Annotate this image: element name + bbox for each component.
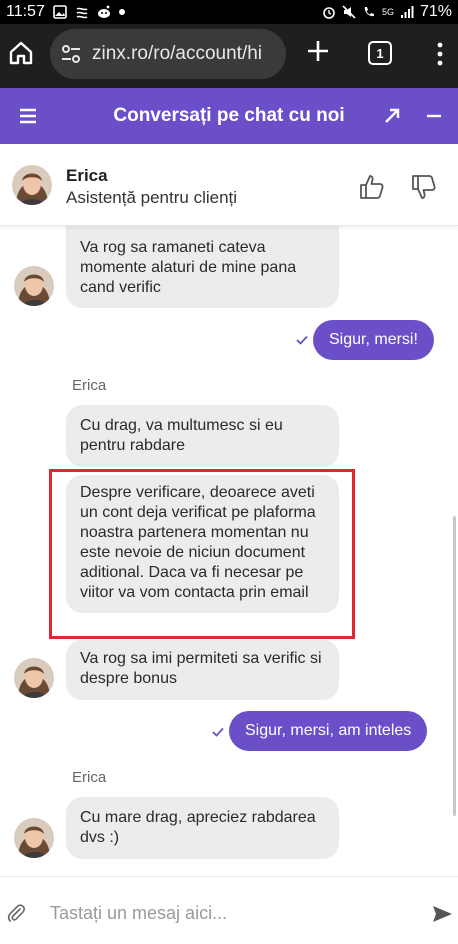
tab-switcher-button[interactable]: 1 <box>368 41 392 65</box>
chat-header: Conversați pe chat cu noi <box>0 88 458 144</box>
wifi-calling-icon <box>364 7 374 17</box>
message-text: Cu drag, va multumesc si eu pentru rabda… <box>80 417 283 454</box>
url-text: zinx.ro/ro/account/hi <box>92 43 263 64</box>
agent-avatar <box>14 658 54 698</box>
expand-icon[interactable] <box>382 106 402 126</box>
network-type: 5G <box>381 6 394 17</box>
agent-message: Cu mare drag, apreciez rabdarea dvs :) <box>66 797 339 859</box>
message-sender: Erica <box>72 769 107 786</box>
agent-message-highlighted: Despre verificare, deoarece aveti un con… <box>66 475 339 613</box>
message-sender: Erica <box>72 377 107 394</box>
notification-dot-icon <box>118 9 125 15</box>
address-bar[interactable]: zinx.ro/ro/account/hi <box>50 29 286 79</box>
message-text: Sigur, mersi, am inteles <box>245 722 412 739</box>
reddit-icon <box>97 5 110 18</box>
status-bar: 11:57 5G 71% <box>0 0 458 24</box>
browser-toolbar: zinx.ro/ro/account/hi 1 <box>0 24 458 88</box>
message-composer <box>0 876 458 944</box>
agent-message: Cu drag, va multumesc si eu pentru rabda… <box>66 405 339 467</box>
message-text: Va rog sa ramaneti cateva momente alatur… <box>80 239 297 296</box>
user-message: Sigur, mersi! <box>313 320 434 360</box>
message-text: Sigur, mersi! <box>329 331 418 348</box>
attachment-icon[interactable] <box>6 903 26 923</box>
message-input[interactable] <box>50 899 410 927</box>
status-time: 11:57 <box>6 3 45 20</box>
send-icon[interactable] <box>431 903 453 925</box>
agent-role: Asistență pentru clienți <box>66 188 238 207</box>
scrollbar-thumb[interactable] <box>453 516 456 816</box>
agent-avatar <box>14 266 54 306</box>
agent-info-bar: Erica Asistență pentru clienți <box>0 144 458 226</box>
home-icon[interactable] <box>8 40 34 66</box>
gallery-icon <box>53 5 67 19</box>
site-settings-icon[interactable] <box>60 43 82 65</box>
alarm-icon <box>323 7 335 19</box>
message-text: Despre verificare, deoarece aveti un con… <box>80 484 316 601</box>
agent-avatar <box>14 818 54 858</box>
sent-check-icon <box>296 335 308 345</box>
new-tab-icon[interactable] <box>305 38 331 64</box>
sent-check-icon <box>212 727 224 737</box>
agent-name: Erica <box>66 166 108 185</box>
battery-level: 71% <box>419 3 452 20</box>
message-text: Va rog sa imi permiteti sa verific si de… <box>80 650 322 687</box>
message-list[interactable]: Va rog sa ramaneti cateva momente alatur… <box>0 226 458 876</box>
tab-count: 1 <box>376 45 384 61</box>
agent-message: Va rog sa ramaneti cateva momente alatur… <box>66 226 339 308</box>
mute-icon <box>342 5 356 19</box>
weather-icon <box>76 7 88 19</box>
more-options-icon[interactable] <box>432 40 448 68</box>
thumbs-up-icon[interactable] <box>358 173 386 201</box>
user-message: Sigur, mersi, am inteles <box>229 711 428 751</box>
agent-avatar <box>12 165 52 205</box>
message-text: Cu mare drag, apreciez rabdarea dvs :) <box>80 809 316 846</box>
minimize-icon[interactable] <box>424 106 444 126</box>
thumbs-down-icon[interactable] <box>410 173 438 201</box>
agent-message: Va rog sa imi permiteti sa verific si de… <box>66 640 339 700</box>
signal-icon <box>400 6 414 18</box>
